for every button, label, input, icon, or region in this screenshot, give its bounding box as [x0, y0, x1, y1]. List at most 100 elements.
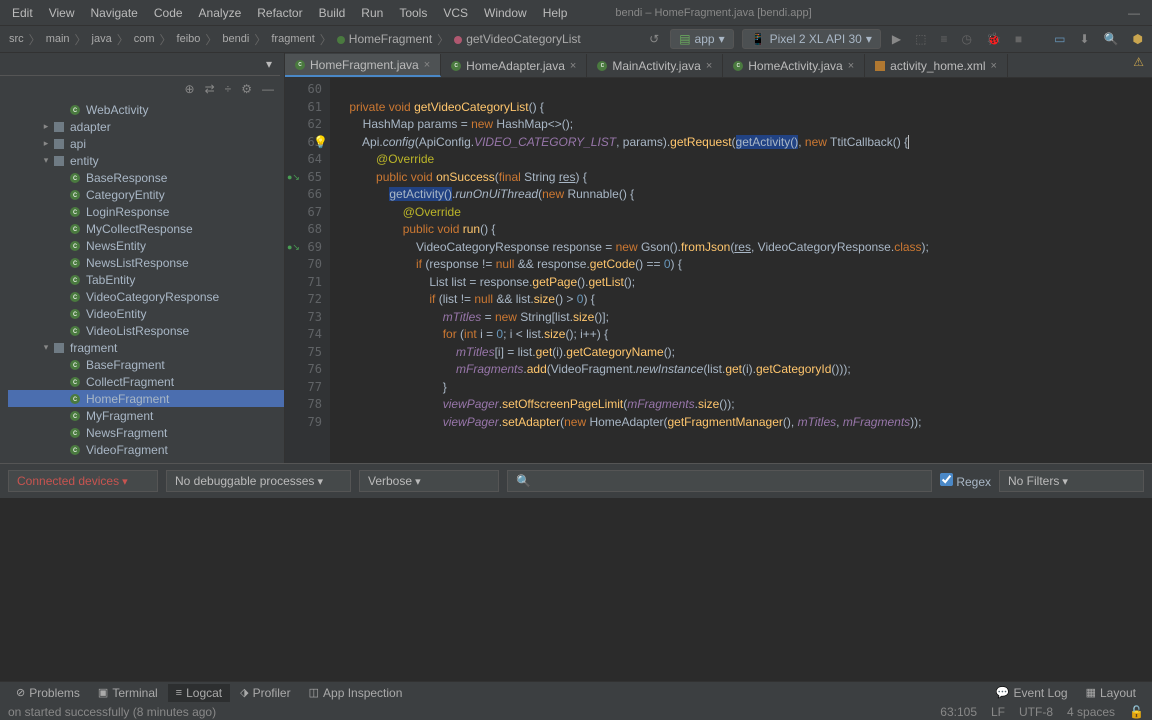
override-gutter-icon[interactable]: ●↘ — [287, 169, 300, 187]
regex-checkbox[interactable]: Regex — [940, 473, 991, 489]
minimize-icon[interactable]: — — [1128, 6, 1140, 20]
tree-item-api[interactable]: ▸api — [8, 135, 284, 152]
app-inspection-tool[interactable]: ◫ App Inspection — [301, 684, 411, 702]
device-selector[interactable]: 📱Pixel 2 XL API 30▾ — [742, 29, 881, 49]
tree-item-myfragment[interactable]: cMyFragment — [8, 407, 284, 424]
breadcrumb[interactable]: fragment — [268, 33, 317, 45]
menu-window[interactable]: Window — [476, 3, 535, 23]
menu-navigate[interactable]: Navigate — [82, 3, 145, 23]
close-icon[interactable]: × — [848, 60, 854, 72]
problems-tool[interactable]: ⊘ Problems — [8, 684, 88, 702]
tree-item-tabentity[interactable]: cTabEntity — [8, 271, 284, 288]
file-encoding[interactable]: UTF-8 — [1019, 705, 1053, 719]
tree-item-loginresponse[interactable]: cLoginResponse — [8, 203, 284, 220]
tree-item-fragment[interactable]: ▾fragment — [8, 339, 284, 356]
breadcrumb[interactable]: com — [131, 33, 158, 45]
status-bar: on started successfully (8 minutes ago) … — [0, 703, 1152, 720]
close-icon[interactable]: × — [991, 60, 997, 72]
tree-item-baseresponse[interactable]: cBaseResponse — [8, 169, 284, 186]
breadcrumb[interactable]: main — [43, 33, 73, 45]
editor-tab[interactable]: cHomeAdapter.java× — [441, 54, 587, 77]
readonly-icon[interactable]: 🔓 — [1129, 705, 1144, 719]
cursor-position[interactable]: 63:105 — [940, 705, 977, 719]
breadcrumb[interactable]: java — [89, 33, 115, 45]
menu-run[interactable]: Run — [353, 3, 391, 23]
tree-item-entity[interactable]: ▾entity — [8, 152, 284, 169]
coverage-icon[interactable]: ≡ — [937, 32, 950, 46]
logcat-tool[interactable]: ≡ Logcat — [168, 684, 230, 702]
project-tree[interactable]: cWebActivity▸adapter▸api▾entitycBaseResp… — [0, 101, 284, 463]
collapse-icon[interactable]: ÷ — [225, 82, 232, 96]
gear-icon[interactable]: ⚙ — [241, 82, 252, 96]
hide-icon[interactable]: — — [262, 82, 274, 96]
menu-vcs[interactable]: VCS — [435, 3, 476, 23]
tree-item-adapter[interactable]: ▸adapter — [8, 118, 284, 135]
tree-item-categoryentity[interactable]: cCategoryEntity — [8, 186, 284, 203]
process-dropdown[interactable]: No debuggable processes ▾ — [166, 470, 351, 492]
attach-icon[interactable]: 🐞 — [983, 32, 1004, 46]
tree-item-videoentity[interactable]: cVideoEntity — [8, 305, 284, 322]
terminal-tool[interactable]: ▣ Terminal — [90, 684, 166, 702]
tree-item-newsentity[interactable]: cNewsEntity — [8, 237, 284, 254]
breadcrumb[interactable]: getVideoCategoryList — [451, 32, 584, 46]
layout-inspector-tool[interactable]: ▦ Layout — [1078, 684, 1144, 702]
code-lines[interactable]: private void getVideoCategoryList() { Ha… — [330, 78, 1152, 463]
tree-item-videolistresponse[interactable]: cVideoListResponse — [8, 322, 284, 339]
code-editor[interactable]: 💡 ●↘ ●↘ 60616263646566676869707172737475… — [285, 78, 1152, 463]
tree-item-webactivity[interactable]: cWebActivity — [8, 101, 284, 118]
tree-item-basefragment[interactable]: cBaseFragment — [8, 356, 284, 373]
debug-icon[interactable]: ⬚ — [912, 32, 929, 46]
tree-item-mycollectresponse[interactable]: cMyCollectResponse — [8, 220, 284, 237]
stop-icon[interactable]: ■ — [1012, 32, 1025, 46]
intention-bulb-icon[interactable]: 💡 — [313, 134, 328, 152]
menu-tools[interactable]: Tools — [391, 3, 435, 23]
breadcrumb[interactable]: bendi — [219, 33, 252, 45]
run-config-selector[interactable]: ▤app▾ — [670, 29, 733, 49]
settings-icon[interactable]: ⬢ — [1130, 32, 1146, 46]
avd-icon[interactable]: ▭ — [1051, 32, 1068, 46]
menu-refactor[interactable]: Refactor — [249, 3, 310, 23]
tree-item-homefragment[interactable]: cHomeFragment — [8, 390, 284, 407]
tree-item-newsfragment[interactable]: cNewsFragment — [8, 424, 284, 441]
breadcrumb[interactable]: feibo — [174, 33, 204, 45]
editor-tab[interactable]: cHomeFragment.java× — [285, 54, 441, 77]
editor-tab[interactable]: cMainActivity.java× — [587, 54, 723, 77]
tree-item-collectfragment[interactable]: cCollectFragment — [8, 373, 284, 390]
warning-indicator-icon[interactable]: ⚠ — [1133, 55, 1144, 69]
breadcrumb[interactable]: HomeFragment — [334, 32, 435, 46]
menu-help[interactable]: Help — [535, 3, 576, 23]
indent-settings[interactable]: 4 spaces — [1067, 705, 1115, 719]
menu-edit[interactable]: Edit — [4, 3, 41, 23]
breadcrumb[interactable]: src — [6, 33, 27, 45]
device-dropdown[interactable]: Connected devices ▾ — [8, 470, 158, 492]
tree-item-videofragment[interactable]: cVideoFragment — [8, 441, 284, 458]
close-icon[interactable]: × — [706, 60, 712, 72]
search-icon[interactable]: 🔍 — [1101, 32, 1122, 46]
close-icon[interactable]: × — [424, 59, 430, 71]
log-search-input[interactable]: 🔍 — [507, 470, 932, 492]
menu-code[interactable]: Code — [146, 3, 191, 23]
line-separator[interactable]: LF — [991, 705, 1005, 719]
event-log-tool[interactable]: 💬 Event Log — [988, 684, 1076, 702]
menu-view[interactable]: View — [41, 3, 83, 23]
profile-icon[interactable]: ◷ — [958, 32, 974, 46]
sync-icon[interactable]: ↺ — [646, 32, 662, 46]
menu-analyze[interactable]: Analyze — [191, 3, 250, 23]
sdk-icon[interactable]: ⬇ — [1077, 32, 1093, 46]
loglevel-dropdown[interactable]: Verbose ▾ — [359, 470, 499, 492]
tree-item-newslistresponse[interactable]: cNewsListResponse — [8, 254, 284, 271]
logcat-output[interactable] — [0, 498, 1152, 678]
expand-icon[interactable]: ⇄ — [205, 82, 215, 96]
run-icon[interactable]: ▶ — [889, 32, 904, 46]
gutter[interactable]: 💡 ●↘ ●↘ 60616263646566676869707172737475… — [285, 78, 330, 463]
menu-build[interactable]: Build — [311, 3, 354, 23]
override-gutter-icon[interactable]: ●↘ — [287, 239, 300, 257]
project-view-selector[interactable]: Select▾ — [0, 53, 280, 76]
editor-tab[interactable]: activity_home.xml× — [865, 54, 1008, 77]
editor-tab[interactable]: cHomeActivity.java× — [723, 54, 865, 77]
tree-item-videocategoryresponse[interactable]: cVideoCategoryResponse — [8, 288, 284, 305]
target-icon[interactable]: ⊕ — [185, 82, 195, 96]
profiler-tool[interactable]: ⬗ Profiler — [232, 684, 298, 702]
close-icon[interactable]: × — [570, 60, 576, 72]
filter-dropdown[interactable]: No Filters ▾ — [999, 470, 1144, 492]
